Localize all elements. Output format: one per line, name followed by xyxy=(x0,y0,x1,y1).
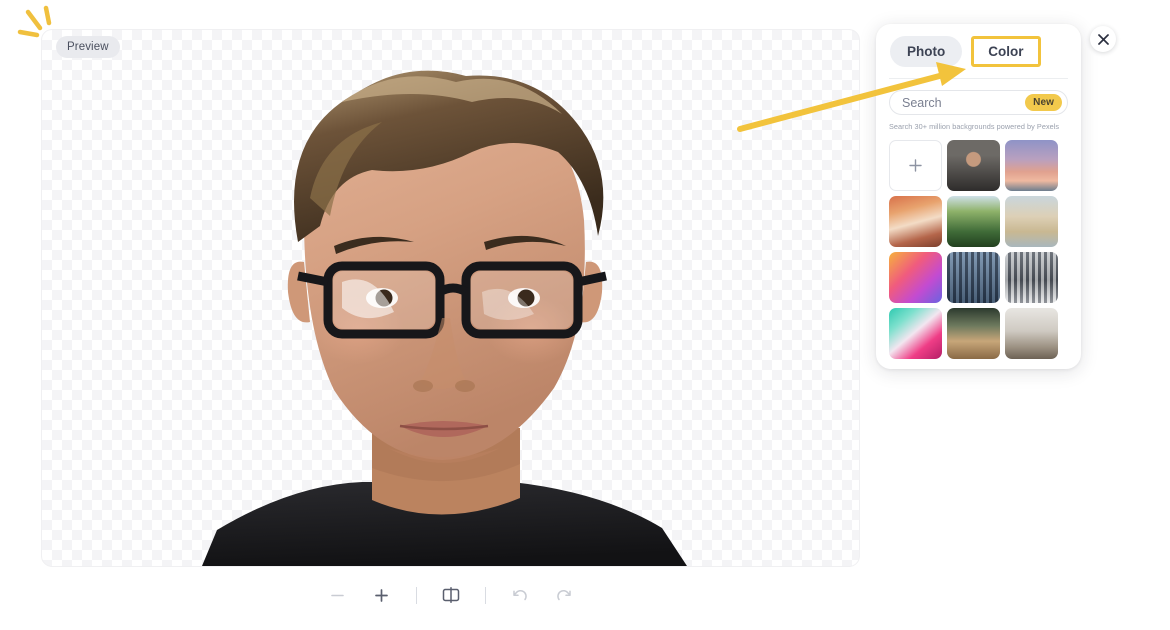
background-grid-container xyxy=(889,140,1068,369)
panel-divider xyxy=(889,78,1068,79)
search-placeholder: Search xyxy=(902,95,942,110)
thumb-cafe-interior[interactable] xyxy=(947,308,1000,359)
panel-tabs: Photo Color xyxy=(876,24,1081,67)
thumb-ruins[interactable] xyxy=(1005,196,1058,247)
thumb-sunset-sky[interactable] xyxy=(1005,140,1058,191)
tab-photo[interactable]: Photo xyxy=(890,36,963,67)
background-grid xyxy=(889,140,1068,359)
search-row: Search New xyxy=(889,90,1068,115)
thumb-gradient[interactable] xyxy=(889,252,942,303)
thumb-tower-blocks[interactable] xyxy=(947,252,1000,303)
thumb-corridor[interactable] xyxy=(1005,252,1058,303)
close-icon[interactable] xyxy=(1090,26,1116,52)
upload-image-button[interactable] xyxy=(889,140,942,191)
tab-color[interactable]: Color xyxy=(971,36,1041,67)
preview-badge: Preview xyxy=(56,36,120,58)
zoom-in-button[interactable] xyxy=(365,578,399,612)
toolbar-divider-2 xyxy=(484,586,486,604)
thumb-jungle[interactable] xyxy=(947,196,1000,247)
zoom-out-button[interactable] xyxy=(321,578,355,612)
subject-cutout-image xyxy=(42,30,859,566)
canvas-toolbar xyxy=(42,578,859,612)
thumb-studio-interior[interactable] xyxy=(1005,308,1058,359)
search-input[interactable]: Search New xyxy=(889,90,1068,115)
search-caption: Search 30+ million backgrounds powered b… xyxy=(889,122,1060,131)
compare-split-button[interactable] xyxy=(434,578,468,612)
thumb-canyon[interactable] xyxy=(889,196,942,247)
background-remover-app: Preview Photo Color Search New Search 30… xyxy=(0,0,1170,630)
thumb-aqua-abstract[interactable] xyxy=(889,308,942,359)
thumb-portrait[interactable] xyxy=(947,140,1000,191)
redo-button[interactable] xyxy=(547,578,581,612)
undo-button[interactable] xyxy=(503,578,537,612)
new-badge: New xyxy=(1025,94,1062,111)
editor-canvas[interactable]: Preview xyxy=(42,30,859,566)
background-panel: Photo Color Search New Search 30+ millio… xyxy=(876,24,1081,369)
toolbar-divider-1 xyxy=(415,586,417,604)
